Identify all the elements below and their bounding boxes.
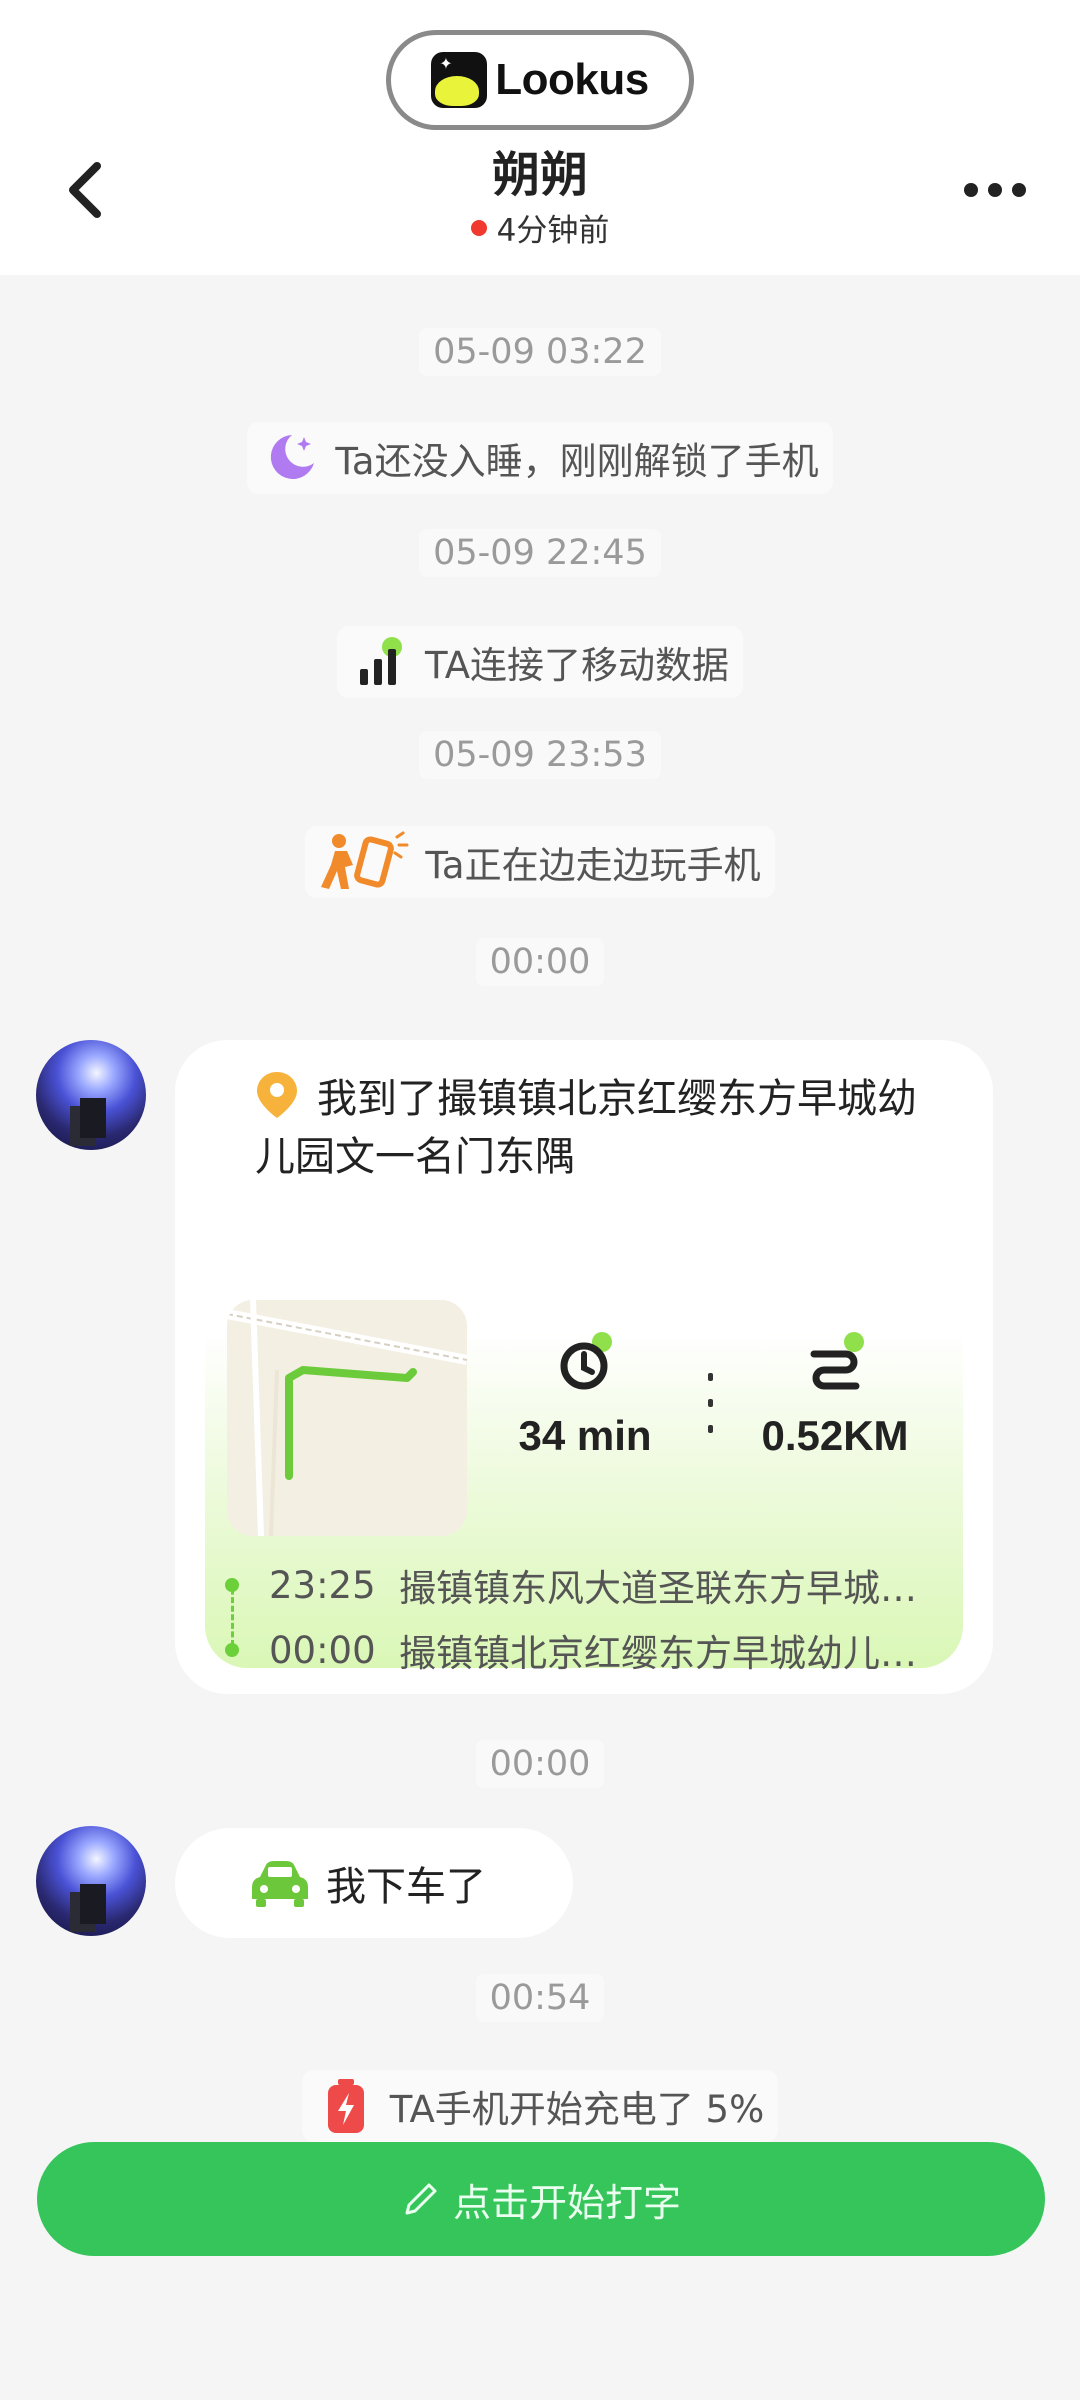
notice-text: TA连接了移动数据 — [424, 644, 730, 687]
distance-stat: 0.52KM — [735, 1328, 935, 1460]
distance-value: 0.52KM — [761, 1412, 909, 1459]
lookus-logo-icon: ✦ — [431, 52, 488, 108]
notice-text: Ta正在边走边玩手机 — [425, 844, 761, 887]
clock-icon — [550, 1328, 620, 1398]
timestamp: 00:00 — [0, 938, 1080, 986]
moon-icon — [261, 428, 321, 488]
pencil-icon — [405, 2183, 437, 2215]
route-dot-icon — [225, 1643, 239, 1657]
chat-header: ✦ Lookus 朔朔 4分钟前 — [0, 0, 1080, 275]
avatar[interactable] — [36, 1826, 146, 1936]
duration-stat: 34 min — [495, 1328, 675, 1460]
signal-icon — [351, 632, 411, 692]
avatar[interactable] — [36, 1040, 146, 1150]
timestamp: 00:00 — [0, 1740, 1080, 1788]
timestamp: 00:54 — [0, 1974, 1080, 2022]
walking-phone-icon — [319, 831, 411, 892]
system-notice: Ta正在边走边玩手机 — [0, 826, 1080, 898]
duration-value: 34 min — [518, 1412, 652, 1459]
stat-divider — [707, 1373, 713, 1433]
timestamp: 05-09 03:22 — [0, 328, 1080, 376]
contact-status: 4分钟前 — [0, 205, 1080, 250]
contact-name: 朔朔 — [491, 147, 588, 203]
timestamp: 05-09 23:53 — [0, 731, 1080, 779]
location-card[interactable]: 我到了撮镇镇北京红缨东方早城幼儿园文一名门东隅 34 min 0.52KM 23… — [175, 1040, 993, 1694]
timestamp: 05-09 22:45 — [0, 529, 1080, 577]
route-summary: 34 min 0.52KM 23:25 撮镇镇东风大道圣联东方早城幼儿园 00:… — [205, 1238, 963, 1675]
system-notice: TA连接了移动数据 — [0, 626, 1080, 698]
app-name: Lookus — [495, 55, 649, 104]
system-notice: Ta还没入睡，刚刚解锁了手机 — [0, 422, 1080, 494]
last-seen-text: 4分钟前 — [496, 213, 610, 249]
message-bubble[interactable]: 我下车了 — [175, 1828, 573, 1938]
route-end: 00:00 撮镇镇北京红缨东方早城幼儿园文一名门东隅 — [225, 1620, 945, 1680]
route-start: 23:25 撮镇镇东风大道圣联东方早城幼儿园 — [225, 1555, 945, 1615]
route-map[interactable] — [227, 1300, 467, 1536]
chat-screen: ✦ Lookus 朔朔 4分钟前 05-09 03:22 Ta还没入睡，刚刚解锁… — [0, 0, 1080, 2400]
status-dot-icon — [470, 219, 487, 236]
start-typing-button[interactable]: 点击开始打字 — [37, 2142, 1045, 2256]
input-placeholder: 点击开始打字 — [452, 2180, 681, 2225]
location-title: 我到了撮镇镇北京红缨东方早城幼儿园文一名门东隅 — [255, 1070, 935, 1186]
app-badge[interactable]: ✦ Lookus — [386, 30, 694, 130]
location-pin-icon — [257, 1072, 297, 1118]
battery-charging-icon — [316, 2076, 376, 2136]
notice-text: TA手机开始充电了 5% — [389, 2088, 765, 2131]
notice-text: Ta还没入睡，刚刚解锁了手机 — [335, 440, 819, 483]
message-text: 我下车了 — [326, 1864, 486, 1910]
more-options-button[interactable] — [950, 165, 1040, 215]
car-icon — [252, 1861, 308, 1907]
system-notice: TA手机开始充电了 5% — [0, 2070, 1080, 2142]
route-icon — [800, 1328, 870, 1398]
